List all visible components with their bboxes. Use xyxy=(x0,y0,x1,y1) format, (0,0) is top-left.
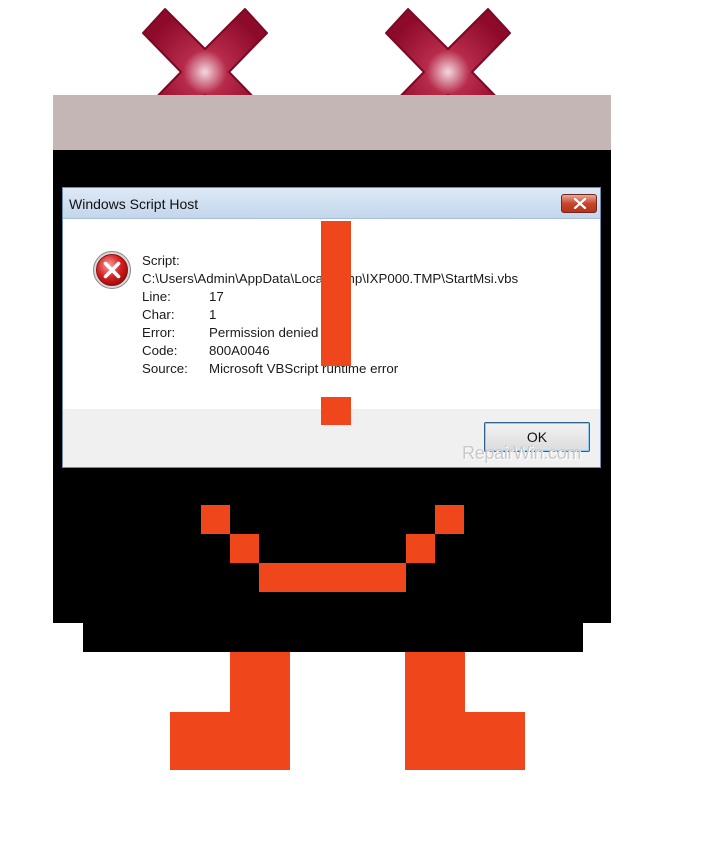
error-icon xyxy=(93,251,131,289)
close-button[interactable] xyxy=(561,194,597,213)
title-bar[interactable]: Windows Script Host xyxy=(63,188,600,219)
detail-value: 1 xyxy=(209,307,217,322)
close-icon xyxy=(573,198,587,209)
exclamation-dot xyxy=(321,397,351,425)
detail-label: Code: xyxy=(142,343,178,358)
robot-body-lower xyxy=(83,620,583,652)
detail-label: Source: xyxy=(142,361,188,376)
smile-bar xyxy=(259,563,406,592)
exclamation-bar xyxy=(321,221,351,366)
smile-pixel xyxy=(201,505,230,534)
detail-label: Error: xyxy=(142,325,176,340)
smile-pixel xyxy=(435,505,464,534)
detail-label: Char: xyxy=(142,307,175,322)
robot-leg-left xyxy=(230,652,290,712)
robot-head-top xyxy=(53,95,611,152)
smile-pixel xyxy=(406,534,435,563)
robot-foot-right xyxy=(405,712,525,770)
robot-foot-left xyxy=(170,712,290,770)
dialog-title: Windows Script Host xyxy=(69,196,199,212)
watermark-text: RepairWin.com xyxy=(462,443,582,463)
detail-value: 800A0046 xyxy=(209,343,270,358)
detail-label: Line: xyxy=(142,289,171,304)
detail-value: Microsoft VBScript runtime error xyxy=(209,361,399,376)
detail-value: 17 xyxy=(209,289,224,304)
smile-pixel xyxy=(230,534,259,563)
detail-value: Permission denied xyxy=(209,325,319,340)
robot-leg-right xyxy=(405,652,465,712)
